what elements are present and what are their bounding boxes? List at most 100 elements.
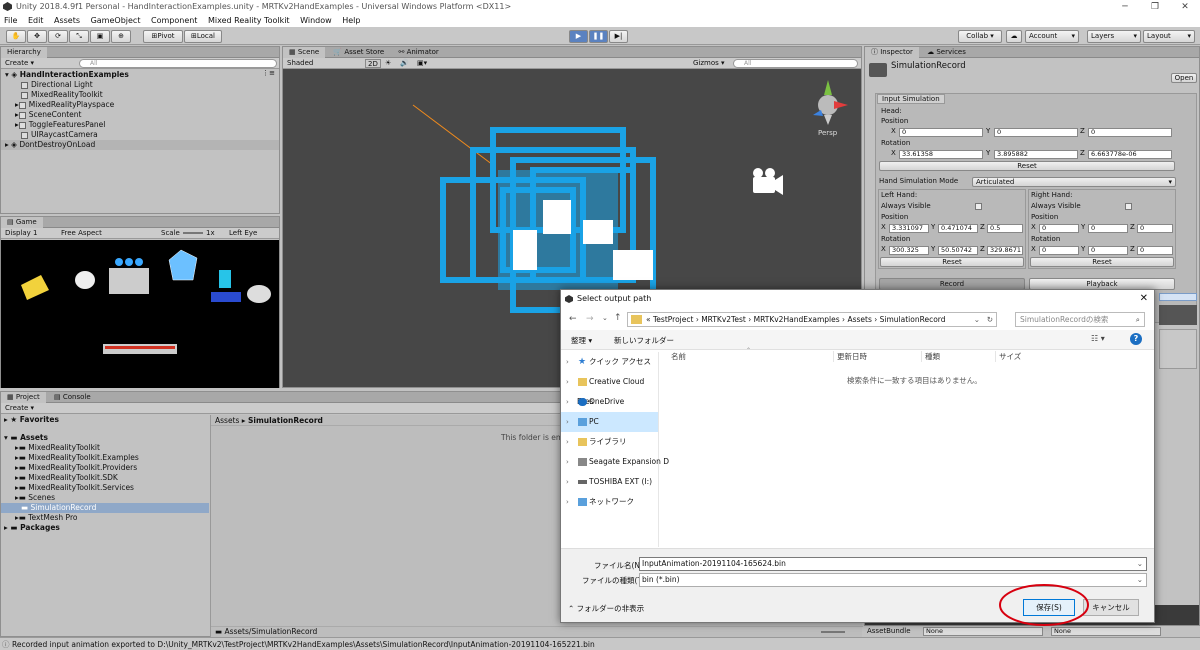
tab-scene[interactable]: ▦ Scene: [283, 47, 326, 58]
local-toggle[interactable]: ⊞Local: [184, 30, 222, 43]
left-pos-z[interactable]: 0.5: [987, 224, 1023, 233]
nav-network[interactable]: › ネットワーク: [561, 492, 658, 512]
game-view[interactable]: [1, 240, 279, 388]
right-always-visible-checkbox[interactable]: [1125, 203, 1132, 210]
recent-chevron-icon[interactable]: ⌄: [602, 314, 608, 322]
step-button[interactable]: ▶|: [609, 30, 628, 43]
scale-tool-icon[interactable]: ⤡: [69, 30, 89, 43]
head-pos-y[interactable]: 0: [994, 128, 1078, 137]
folder-item-textmeshpro[interactable]: ▸▬ TextMesh Pro: [1, 513, 209, 523]
left-always-visible-checkbox[interactable]: [975, 203, 982, 210]
up-arrow-icon[interactable]: ↑: [614, 313, 622, 323]
head-rot-x[interactable]: 33.61358: [899, 150, 983, 159]
address-bar[interactable]: « TestProject › MRTKv2Test › MRTKv2HandE…: [627, 312, 997, 327]
hierarchy-item-playspace[interactable]: ▸ MixedRealityPlayspace: [1, 100, 279, 110]
refresh-icon[interactable]: ↻: [987, 313, 993, 326]
folder-item-scenes[interactable]: ▸▬ Scenes: [1, 493, 209, 503]
view-options-icon[interactable]: ☷ ▾: [1091, 334, 1105, 343]
hierarchy-item-togglepanel[interactable]: ▸ ToggleFeaturesPanel: [1, 120, 279, 130]
head-reset-button[interactable]: Reset: [879, 161, 1175, 171]
rotate-tool-icon[interactable]: ⟳: [48, 30, 68, 43]
nav-quick-access[interactable]: › ★ クイック アクセス: [561, 352, 658, 372]
minimize-button[interactable]: ─: [1110, 0, 1140, 14]
crumb-overflow[interactable]: «: [646, 315, 651, 324]
dialog-close-icon[interactable]: ✕: [1140, 290, 1148, 308]
folder-item-providers[interactable]: ▸▬ MixedRealityToolkit.Providers: [1, 463, 209, 473]
breadcrumb-leaf[interactable]: SimulationRecord: [248, 416, 323, 425]
right-pos-x[interactable]: 0: [1039, 224, 1079, 233]
column-name[interactable]: 名前: [671, 351, 686, 362]
left-reset-button[interactable]: Reset: [880, 257, 1024, 267]
column-size[interactable]: サイズ: [995, 351, 1021, 362]
hierarchy-item-directional-light[interactable]: Directional Light: [1, 80, 279, 90]
menu-edit[interactable]: Edit: [28, 16, 44, 25]
tab-game[interactable]: ▤ Game: [1, 217, 43, 228]
chevron-down-icon[interactable]: ⌄: [974, 313, 980, 326]
menu-assets[interactable]: Assets: [54, 16, 80, 25]
hierarchy-create-button[interactable]: Create ▾: [5, 59, 34, 67]
pause-button[interactable]: ❚❚: [589, 30, 608, 43]
gizmos-dropdown[interactable]: Gizmos ▾: [693, 58, 725, 69]
aspect-dropdown[interactable]: Free Aspect: [61, 228, 102, 239]
menu-component[interactable]: Component: [151, 16, 197, 25]
layers-dropdown[interactable]: Layers ▾: [1087, 30, 1141, 43]
hierarchy-search-input[interactable]: All: [79, 59, 277, 68]
scale-slider[interactable]: [183, 232, 203, 234]
open-button[interactable]: Open: [1171, 73, 1197, 83]
maximize-button[interactable]: ❐: [1140, 0, 1170, 14]
forward-arrow-icon[interactable]: →: [586, 314, 594, 324]
display-dropdown[interactable]: Display 1: [5, 229, 37, 237]
tab-animator[interactable]: ⚯ Animator: [392, 47, 444, 58]
help-icon[interactable]: ?: [1130, 333, 1142, 345]
assetbundle-variant-dropdown[interactable]: None: [1051, 627, 1161, 636]
tab-services[interactable]: ☁ Services: [921, 47, 972, 58]
hierarchy-item-raycastcamera[interactable]: UIRaycastCamera: [1, 130, 279, 140]
crumb-mrtkv2test[interactable]: MRTKv2Test: [701, 315, 746, 324]
scene-search-input[interactable]: All: [733, 59, 858, 68]
shading-dropdown[interactable]: Shaded: [287, 59, 313, 67]
head-pos-x[interactable]: 0: [899, 128, 983, 137]
menu-window[interactable]: Window: [300, 16, 332, 25]
folder-item-examples[interactable]: ▸▬ MixedRealityToolkit.Examples: [1, 453, 209, 463]
packages-item[interactable]: ▸ ▬ Packages: [1, 523, 209, 533]
column-type[interactable]: 種類: [921, 351, 940, 362]
crumb-testproject[interactable]: TestProject: [653, 315, 693, 324]
folder-item-sdk[interactable]: ▸▬ MixedRealityToolkit.SDK: [1, 473, 209, 483]
back-arrow-icon[interactable]: ←: [569, 314, 577, 324]
hierarchy-item-scenecontent[interactable]: ▸ SceneContent: [1, 110, 279, 120]
menu-file[interactable]: File: [4, 16, 17, 25]
hide-folders-toggle[interactable]: ⌃ フォルダーの非表示: [568, 603, 644, 614]
hand-tool-icon[interactable]: ✋: [6, 30, 26, 43]
right-pos-y[interactable]: 0: [1088, 224, 1128, 233]
scene-root[interactable]: ▾ ◈ HandInteractionExamples: [1, 70, 279, 80]
layout-dropdown[interactable]: Layout ▾: [1143, 30, 1195, 43]
folder-item-simulationrecord[interactable]: ▬ SimulationRecord: [1, 503, 209, 513]
nav-onedrive[interactable]: › OneDrive: [561, 392, 658, 412]
play-button[interactable]: ▶: [569, 30, 588, 43]
column-modified[interactable]: 更新日時: [833, 351, 867, 362]
breadcrumb-root[interactable]: Assets: [215, 416, 239, 425]
panel-menu-icon[interactable]: ⋮≡: [262, 69, 275, 77]
account-dropdown[interactable]: Account ▾: [1025, 30, 1079, 43]
collab-dropdown[interactable]: Collab ▾: [958, 30, 1002, 43]
right-rot-z[interactable]: 0: [1137, 246, 1173, 255]
menu-gameobject[interactable]: GameObject: [91, 16, 141, 25]
head-rot-y[interactable]: 3.895882: [994, 150, 1078, 159]
right-rot-x[interactable]: 0: [1039, 246, 1079, 255]
favorites-item[interactable]: ▸ ★ Favorites: [1, 415, 209, 425]
left-pos-y[interactable]: 0.471074: [938, 224, 978, 233]
right-rot-y[interactable]: 0: [1088, 246, 1128, 255]
nav-library[interactable]: › ライブラリ: [561, 432, 658, 452]
nav-toshiba[interactable]: › TOSHIBA EXT (I:): [561, 472, 658, 492]
zoom-slider[interactable]: [821, 631, 845, 633]
nav-creative-cloud[interactable]: ›Creative Cloud Files: [561, 372, 658, 406]
organize-button[interactable]: 整理 ▾: [571, 335, 592, 346]
tab-project[interactable]: ▦ Project: [1, 392, 46, 403]
menu-mrtk[interactable]: Mixed Reality Toolkit: [208, 16, 290, 25]
tab-inspector[interactable]: ⓘ Inspector: [865, 47, 919, 58]
left-rot-x[interactable]: 300.325: [889, 246, 929, 255]
audio-toggle-icon[interactable]: 🔊: [400, 58, 409, 69]
nav-pc[interactable]: › PC: [561, 412, 658, 432]
left-pos-x[interactable]: 3.331097: [889, 224, 929, 233]
effects-dropdown-icon[interactable]: ▣▾: [417, 58, 427, 69]
